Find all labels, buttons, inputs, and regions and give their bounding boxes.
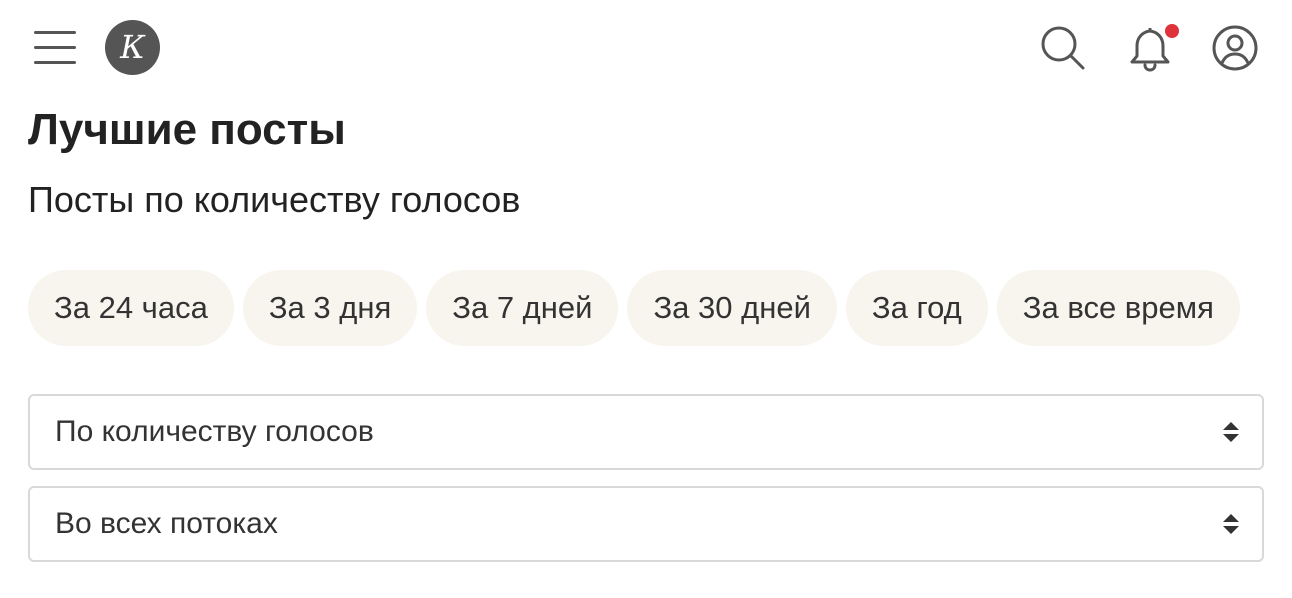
- user-icon[interactable]: [1211, 24, 1259, 72]
- menu-line: [34, 61, 76, 64]
- logo[interactable]: К: [105, 20, 160, 75]
- filter-30-days[interactable]: За 30 дней: [627, 270, 837, 346]
- filter-24-hours[interactable]: За 24 часа: [28, 270, 234, 346]
- page-subtitle: Посты по количеству голосов: [28, 179, 521, 220]
- header: К: [0, 0, 1292, 96]
- page: К Лучшие посты Посты по количеству голос…: [0, 0, 1292, 598]
- hamburger-menu-icon[interactable]: [34, 31, 76, 65]
- stream-select-value: Во всех потоках: [55, 507, 278, 540]
- notification-dot: [1165, 24, 1179, 38]
- menu-line: [34, 46, 76, 49]
- sort-select[interactable]: По количеству голосов: [28, 394, 1264, 470]
- search-icon[interactable]: [1039, 24, 1087, 72]
- filter-all-time[interactable]: За все время: [996, 270, 1240, 346]
- select-arrows-icon: [1220, 511, 1242, 537]
- filter-3-days[interactable]: За 3 дня: [242, 270, 418, 346]
- menu-line: [34, 31, 76, 34]
- stream-select[interactable]: Во всех потоках: [28, 486, 1264, 562]
- sort-select-value: По количеству голосов: [55, 415, 374, 448]
- select-arrows-icon: [1220, 419, 1242, 445]
- logo-letter: К: [119, 28, 146, 66]
- period-filters: За 24 часа За 3 дня За 7 дней За 30 дней…: [28, 270, 1240, 346]
- filter-year[interactable]: За год: [845, 270, 988, 346]
- filter-7-days[interactable]: За 7 дней: [426, 270, 619, 346]
- page-title: Лучшие посты: [28, 105, 346, 154]
